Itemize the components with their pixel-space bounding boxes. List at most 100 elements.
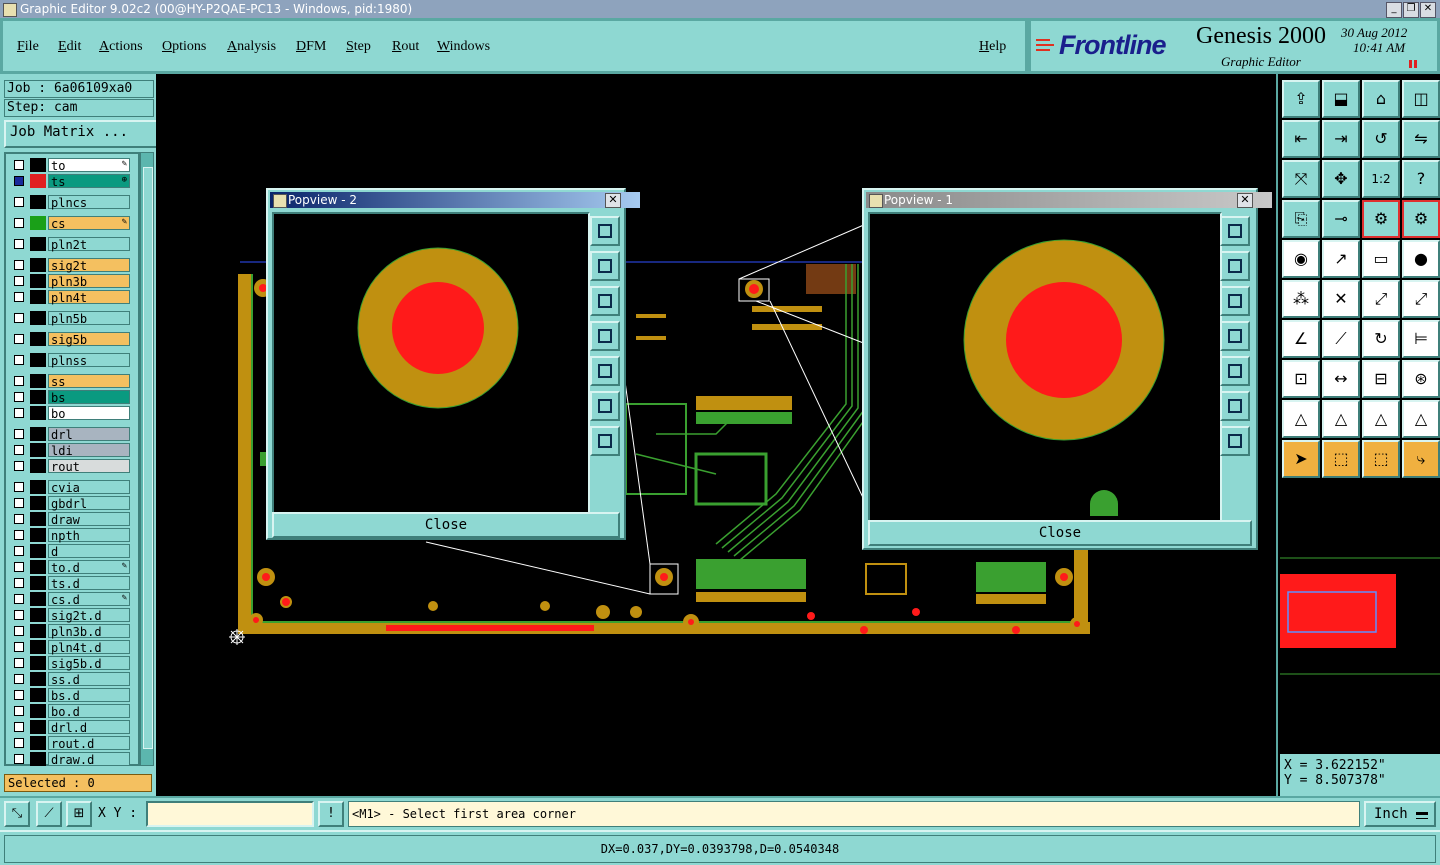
layer-checkbox[interactable] (14, 498, 24, 508)
circle-icon[interactable]: ● (1402, 240, 1440, 278)
layer-checkbox[interactable] (14, 376, 24, 386)
layer-row[interactable]: pln4t.d (10, 640, 130, 655)
layer-color-swatch[interactable] (30, 390, 46, 404)
layer-checkbox[interactable] (14, 445, 24, 455)
copy-icon[interactable]: ⤢ (1402, 280, 1440, 318)
zoom-home-icon[interactable]: ⤡ (4, 801, 30, 827)
help-icon[interactable]: ? (1402, 160, 1440, 198)
snap-icon[interactable]: ⎘ (1282, 200, 1320, 238)
layer-row[interactable]: rout (10, 459, 130, 474)
pv-pan-right-icon[interactable] (590, 356, 620, 386)
menu-file[interactable]: File (17, 39, 39, 55)
pv-zoom-in-icon[interactable] (1220, 391, 1250, 421)
layer-checkbox[interactable] (14, 706, 24, 716)
pv-pan-left-icon[interactable] (590, 321, 620, 351)
layer-name[interactable]: cs.d (48, 592, 130, 607)
layer-name[interactable]: ts (48, 174, 130, 189)
net-icon[interactable]: ⁂ (1282, 280, 1320, 318)
layer-name[interactable]: ss.d (48, 672, 130, 687)
layer-row[interactable]: pln2t (10, 237, 130, 252)
layer-name[interactable]: drl.d (48, 720, 130, 735)
feature-icon[interactable]: ⊡ (1282, 360, 1320, 398)
pan-right-icon[interactable]: ⇥ (1322, 120, 1360, 158)
line-icon[interactable]: ↗ (1322, 240, 1360, 278)
pv-pan-left-icon[interactable] (1220, 321, 1250, 351)
layer-color-swatch[interactable] (30, 736, 46, 750)
pv-zoom-down-icon[interactable] (590, 286, 620, 316)
layer-name[interactable]: pln5b (48, 311, 130, 326)
scale-icon[interactable]: 1:2 (1362, 160, 1400, 198)
pv-zoom-down-icon[interactable] (1220, 286, 1250, 316)
layer-checkbox[interactable] (14, 530, 24, 540)
layer-checkbox[interactable] (14, 408, 24, 418)
layer-color-swatch[interactable] (30, 688, 46, 702)
menu-dfm[interactable]: DFM (296, 39, 326, 55)
menu-analysis[interactable]: Analysis (227, 39, 276, 55)
pv-zoom-up-icon[interactable] (1220, 251, 1250, 281)
layer-checkbox[interactable] (14, 160, 24, 170)
menu-rout[interactable]: Rout (392, 39, 419, 55)
layer-row[interactable]: npth (10, 528, 130, 543)
layer-checkbox[interactable] (14, 546, 24, 556)
layer-name[interactable]: bo (48, 406, 130, 421)
layer-row[interactable]: gbdrl (10, 496, 130, 511)
layer-name[interactable]: pln2t (48, 237, 130, 252)
layer-name[interactable]: cs (48, 216, 130, 231)
pv-zoom-in-icon[interactable] (590, 391, 620, 421)
layer-color-swatch[interactable] (30, 290, 46, 304)
pv-pan-right-icon[interactable] (1220, 356, 1250, 386)
layer-color-swatch[interactable] (30, 332, 46, 346)
layer-color-swatch[interactable] (30, 672, 46, 686)
layer-row[interactable]: pln3b (10, 274, 130, 289)
layer-color-swatch[interactable] (30, 374, 46, 388)
rotate-icon[interactable]: ↺ (1362, 120, 1400, 158)
layer-checkbox[interactable] (14, 334, 24, 344)
layer-name[interactable]: draw (48, 512, 130, 527)
popview-1-close-button[interactable]: Close (868, 520, 1252, 546)
layer-row[interactable]: cvia (10, 480, 130, 495)
layer-color-swatch[interactable] (30, 158, 46, 172)
layer-color-swatch[interactable] (30, 216, 46, 230)
layer-name[interactable]: gbdrl (48, 496, 130, 511)
layer-checkbox[interactable] (14, 562, 24, 572)
layer-row[interactable]: drl (10, 427, 130, 442)
layer-color-swatch[interactable] (30, 576, 46, 590)
layer-checkbox[interactable] (14, 176, 24, 186)
group-icon[interactable]: ⊛ (1402, 360, 1440, 398)
pv-zoom-out-icon[interactable] (1220, 426, 1250, 456)
layer-row[interactable]: sig5b.d (10, 656, 130, 671)
layer-name[interactable]: bo.d (48, 704, 130, 719)
layer-color-swatch[interactable] (30, 480, 46, 494)
layer-name[interactable]: sig2t (48, 258, 130, 273)
layer-row[interactable]: rout.d (10, 736, 130, 751)
layer-checkbox[interactable] (14, 578, 24, 588)
layer-name[interactable]: sig2t.d (48, 608, 130, 623)
layer-checkbox[interactable] (14, 482, 24, 492)
layer-row[interactable]: sig2t.d (10, 608, 130, 623)
layer-color-swatch[interactable] (30, 528, 46, 542)
layer-name[interactable]: d (48, 544, 130, 559)
layer-row[interactable]: draw (10, 512, 130, 527)
mirror-icon[interactable]: ⇋ (1402, 120, 1440, 158)
layer-color-swatch[interactable] (30, 624, 46, 638)
layer-row[interactable]: bo (10, 406, 130, 421)
layer-color-swatch[interactable] (30, 720, 46, 734)
pause-icon[interactable] (1409, 60, 1417, 68)
layer-row[interactable]: cs ✎ (10, 216, 130, 231)
layer-checkbox[interactable] (14, 754, 24, 764)
zoom-bottom-icon[interactable]: ⬓ (1322, 80, 1360, 118)
layer-row[interactable]: ss (10, 374, 130, 389)
pad-icon[interactable]: ◉ (1282, 240, 1320, 278)
measure-icon[interactable]: ⟋ (36, 801, 62, 827)
layer-name[interactable]: pln4t.d (48, 640, 130, 655)
poly-icon[interactable]: △ (1282, 400, 1320, 438)
layer-color-swatch[interactable] (30, 311, 46, 325)
layer-color-swatch[interactable] (30, 427, 46, 441)
home-view-icon[interactable]: ⌂ (1362, 80, 1400, 118)
select-net-icon[interactable]: ⤷ (1402, 440, 1440, 478)
layer-row[interactable]: plnss (10, 353, 130, 368)
layer-name[interactable]: bs.d (48, 688, 130, 703)
layer-checkbox[interactable] (14, 461, 24, 471)
layer-checkbox[interactable] (14, 722, 24, 732)
layer-row[interactable]: pln5b (10, 311, 130, 326)
